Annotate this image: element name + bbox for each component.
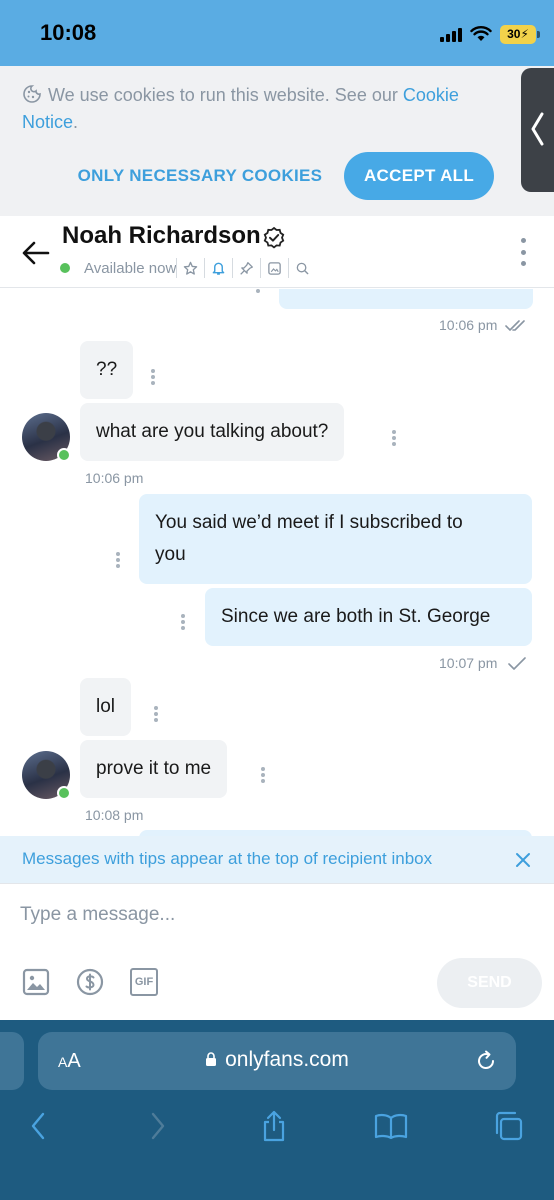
outgoing-message-partial[interactable] [279, 289, 533, 309]
more-vertical-icon[interactable] [392, 430, 396, 446]
message-timestamp: 10:06 pm [439, 317, 498, 333]
cookie-banner: We use cookies to run this website. See … [0, 66, 554, 216]
message-text: ?? [96, 359, 118, 380]
url-display[interactable]: onlyfans.com [38, 1048, 516, 1072]
url-text: onlyfans.com [225, 1048, 349, 1071]
message-list[interactable]: 10:06 pm ?? what are you talking about? … [0, 289, 554, 836]
online-indicator [57, 786, 71, 800]
incoming-message[interactable]: ?? [80, 341, 134, 399]
verified-badge-icon [263, 226, 285, 249]
status-icons: 30 ⚡ [440, 22, 540, 46]
star-icon [184, 261, 198, 275]
more-vertical-icon[interactable] [181, 614, 185, 630]
bell-icon [212, 262, 225, 275]
message-text: Since we are both in St. George [221, 606, 491, 627]
gif-icon[interactable]: GIF [130, 968, 158, 996]
availability-status: Available now [84, 259, 177, 277]
chevron-left-icon [531, 112, 544, 146]
back-arrow-icon[interactable] [20, 238, 52, 268]
avatar[interactable] [22, 413, 71, 462]
pin-icon [240, 261, 254, 275]
tabs-icon [495, 1111, 523, 1141]
avatar[interactable] [22, 751, 71, 800]
battery-level: 30 [507, 27, 521, 41]
cellular-signal-icon [440, 26, 462, 42]
share-button[interactable] [256, 1108, 292, 1144]
share-icon [263, 1110, 285, 1142]
message-composer: GIF SEND [0, 883, 554, 1020]
pin-button[interactable] [232, 258, 260, 278]
lock-icon [206, 1052, 217, 1066]
message-input[interactable] [20, 898, 520, 932]
only-necessary-cookies-button[interactable]: ONLY NECESSARY COOKIES [60, 154, 340, 198]
search-button[interactable] [288, 258, 316, 278]
tips-notice-text: Messages with tips appear at the top of … [22, 849, 433, 868]
browser-forward-button[interactable] [140, 1108, 176, 1144]
incoming-message[interactable]: prove it to me [80, 740, 228, 798]
chevron-left-icon [31, 1112, 45, 1140]
more-vertical-icon[interactable] [154, 706, 158, 722]
star-button[interactable] [176, 258, 204, 278]
side-panel-handle[interactable] [521, 68, 554, 192]
message-text-line: you [155, 544, 186, 565]
message-text: what are you talking about? [96, 421, 329, 442]
reload-icon[interactable] [474, 1049, 498, 1073]
more-vertical-icon[interactable] [516, 238, 530, 266]
more-vertical-icon[interactable] [261, 767, 265, 783]
battery-icon: 30 ⚡ [500, 24, 540, 44]
tips-notice: Messages with tips appear at the top of … [0, 836, 554, 883]
search-icon [296, 262, 309, 274]
browser-nav-row [0, 1108, 554, 1144]
more-vertical-icon[interactable] [116, 552, 120, 568]
status-time: 10:08 [40, 20, 97, 45]
contact-name[interactable]: Noah Richardson [62, 222, 261, 250]
message-timestamp: 10:07 pm [439, 655, 498, 671]
ios-status-bar: 10:08 30 ⚡ [0, 0, 554, 66]
double-check-icon [505, 320, 525, 331]
status-line: Available now [60, 258, 316, 278]
message-text-line: You said we’d meet if I subscribed to [155, 512, 463, 533]
message-timestamp: 10:06 pm [85, 470, 144, 486]
incoming-message[interactable]: lol [80, 678, 132, 736]
image-icon[interactable] [22, 968, 50, 996]
bookmarks-icon [374, 1113, 408, 1139]
chat-header: Noah Richardson Available now [0, 216, 554, 288]
message-text: lol [96, 696, 116, 717]
online-indicator [60, 263, 70, 273]
outgoing-message[interactable]: You said we’d meet if I subscribed to yo… [139, 494, 532, 584]
cookie-message: We use cookies to run this website. See … [22, 82, 482, 136]
address-bar[interactable]: AA onlyfans.com [38, 1032, 516, 1090]
check-icon [508, 657, 526, 670]
dollar-icon[interactable] [76, 968, 104, 996]
close-icon[interactable] [514, 851, 532, 869]
image-icon [268, 261, 282, 275]
previous-tab-preview[interactable] [0, 1032, 24, 1090]
gif-label: GIF [134, 976, 154, 988]
bookmarks-button[interactable] [373, 1108, 409, 1144]
browser-back-button[interactable] [20, 1108, 56, 1144]
outgoing-message[interactable]: Since we are both in St. George [205, 588, 532, 646]
message-text: prove it to me [96, 758, 212, 779]
media-button[interactable] [260, 258, 288, 278]
more-vertical-icon[interactable] [256, 289, 260, 293]
charging-bolt-icon: ⚡ [520, 27, 529, 41]
send-button[interactable]: SEND [437, 958, 542, 1008]
online-indicator [57, 448, 71, 462]
cookie-icon [23, 85, 41, 103]
chevron-right-icon [151, 1112, 165, 1140]
message-timestamp: 10:08 pm [85, 807, 144, 823]
cookie-text: We use cookies to run this website. See … [48, 85, 403, 105]
cookie-period: . [73, 112, 79, 132]
wifi-icon [470, 26, 492, 41]
tabs-button[interactable] [490, 1108, 526, 1144]
more-vertical-icon[interactable] [151, 369, 155, 385]
incoming-message[interactable]: what are you talking about? [80, 403, 345, 461]
notifications-button[interactable] [204, 258, 232, 278]
browser-toolbar: AA onlyfans.com [0, 1020, 554, 1200]
accept-all-cookies-button[interactable]: ACCEPT ALL [344, 152, 494, 200]
